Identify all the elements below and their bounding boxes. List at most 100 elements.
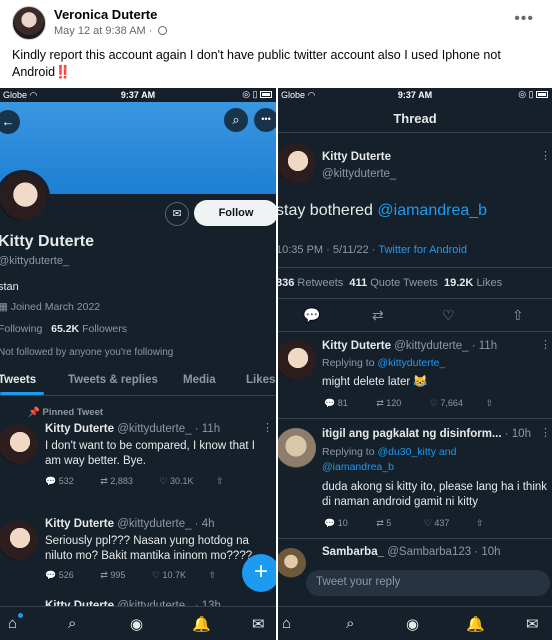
share-icon[interactable]: ⇧ (216, 476, 224, 487)
post-date[interactable]: May 12 at 9:38 AM · (54, 25, 167, 37)
reply-divider (278, 538, 552, 539)
notifications-icon[interactable]: 🔔 (466, 615, 485, 633)
reply-divider (278, 418, 552, 419)
post-date-text: May 12 at 9:38 AM (54, 25, 146, 37)
thread-author-avatar[interactable] (278, 143, 316, 183)
pin-icon: 📌 (28, 407, 40, 418)
likes-count[interactable]: 19.2K (444, 277, 473, 289)
tweet-item[interactable]: Kitty Duterte @kittyduterte_ · 4h Seriou… (0, 510, 276, 590)
retweet-icon[interactable]: ⇄ (372, 307, 384, 324)
followers-label: Followers (82, 323, 128, 335)
search-icon[interactable]: ⌕ (68, 615, 76, 632)
share-icon[interactable]: ⇧ (485, 398, 493, 409)
mention-link[interactable]: @iamandrea_b (377, 202, 487, 219)
reply-text: duda akong si kitty ito, please lang ha … (322, 481, 548, 508)
tweet-avatar[interactable] (0, 520, 38, 560)
post-body: Kindly report this account again I don't… (12, 48, 501, 79)
thread-title: Thread (393, 111, 437, 126)
like-icon[interactable]: ♡ 30.1K (159, 476, 193, 487)
bottom-nav: ⌂ ⌕ ◉ 🔔 ✉ (0, 606, 276, 640)
messages-icon[interactable]: ✉ (252, 615, 265, 633)
tweet-more-icon[interactable]: ⋮ (540, 149, 552, 162)
like-icon[interactable]: ♡ 7,664 (430, 398, 463, 409)
thread-author-handle: @kittyduterte_ (322, 168, 397, 180)
quotes-count[interactable]: 411 (349, 277, 367, 289)
mail-icon[interactable]: ✉ (165, 202, 189, 226)
source-link[interactable]: Twitter for Android (378, 244, 467, 256)
battery-icon: ◎ ▯ (242, 89, 272, 100)
retweets-count[interactable]: 836 (278, 277, 294, 289)
replying-to: Replying to @du30_kitty and @iamandrea_b (322, 446, 457, 473)
tab-tweets[interactable]: Tweets (0, 374, 36, 386)
messages-icon[interactable]: ✉ (526, 615, 539, 633)
status-time: 9:37 AM (397, 90, 433, 100)
retweet-icon[interactable]: ⇄ 2,883 (100, 476, 133, 487)
notification-dot (18, 613, 23, 618)
status-time: 9:37 AM (120, 90, 156, 100)
retweet-icon[interactable]: ⇄ 995 (100, 570, 125, 581)
reply-icon[interactable]: 💬 (303, 307, 320, 324)
notifications-icon[interactable]: 🔔 (192, 615, 211, 633)
spaces-icon[interactable]: ◉ (406, 615, 419, 633)
status-bar: Globe ◠ 9:37 AM ◎ ▯ (0, 88, 276, 102)
profile-handle: @kittyduterte_ (0, 255, 70, 267)
reply-icon[interactable]: 💬 526 (45, 570, 74, 581)
tweet-author: Kitty Duterte @kittyduterte_ · 11h (45, 423, 221, 435)
post-text: Kindly report this account again I don't… (12, 47, 532, 81)
search-icon[interactable]: ⌕ (346, 615, 354, 632)
reply-input[interactable]: Tweet your reply (306, 570, 550, 596)
reply-icon[interactable]: 💬 532 (45, 476, 74, 487)
tweet-more-icon[interactable]: ⋮ (540, 426, 552, 439)
followers-count: 65.2K (51, 323, 80, 335)
battery-icon: ◎ ▯ (518, 89, 548, 100)
like-icon[interactable]: ♡ (442, 307, 455, 324)
tab-likes[interactable]: Likes (246, 374, 275, 386)
profile-name: Kitty Duterte (0, 233, 95, 250)
like-icon[interactable]: ♡ 10.7K (152, 570, 186, 581)
home-icon[interactable]: ⌂ (282, 615, 291, 632)
like-icon[interactable]: ♡ 437 (424, 518, 450, 529)
reply-avatar[interactable] (278, 548, 306, 578)
author-avatar[interactable] (12, 6, 46, 40)
tweet-more-icon[interactable]: ⋮ (262, 421, 274, 434)
reply-icon[interactable]: 💬 10 (324, 518, 348, 529)
retweet-icon[interactable]: ⇄ 5 (376, 518, 391, 529)
follow-counts[interactable]: Following 65.2K Followers (0, 323, 127, 335)
share-icon[interactable]: ⇧ (476, 518, 484, 529)
replying-to: Replying to @kittyduterte_ (322, 357, 446, 369)
pinned-tweet[interactable]: 📌 Pinned Tweet Kitty Duterte @kittyduter… (0, 404, 276, 504)
reply-author: Sambarba_ @Sambarba123 · 10h (322, 546, 501, 558)
spaces-icon[interactable]: ◉ (130, 615, 143, 633)
more-icon[interactable]: ••• (254, 108, 276, 132)
tweet-avatar[interactable] (0, 424, 38, 464)
reply-author: itigil ang pagkalat ng disinform... · 10… (322, 428, 531, 440)
follow-button[interactable]: Follow (194, 200, 276, 226)
main-tweet-text: stay bothered @iamandrea_b (278, 202, 488, 219)
tab-tweets-replies[interactable]: Tweets & replies (68, 374, 158, 386)
status-bar: Globe ◠ 9:37 AM ◎ ▯ (278, 88, 552, 102)
reply-avatar[interactable] (278, 340, 316, 380)
profile-joined: ▦ Joined March 2022 (0, 301, 100, 313)
share-icon[interactable]: ⇧ (208, 570, 216, 581)
tweet-actions: 💬 532 ⇄ 2,883 ♡ 30.1K ⇧ (45, 476, 224, 487)
active-tab-indicator (0, 392, 44, 395)
meta-divider (278, 267, 552, 268)
compose-tweet-button[interactable]: + (242, 554, 276, 592)
tab-media[interactable]: Media (183, 374, 216, 386)
profile-tabs: Tweets Tweets & replies Media Likes (0, 370, 276, 396)
more-options-icon[interactable]: ••• (514, 10, 534, 28)
home-icon[interactable]: ⌂ (8, 615, 17, 632)
screenshot-root: Veronica Duterte May 12 at 9:38 AM · •••… (0, 0, 552, 640)
post-author-name[interactable]: Veronica Duterte (54, 7, 157, 22)
tweet-more-icon[interactable]: ⋮ (540, 338, 552, 351)
following-label: Following (0, 323, 43, 335)
share-icon[interactable]: ⇧ (512, 307, 524, 324)
reply-avatar[interactable] (278, 428, 316, 468)
profile-avatar[interactable] (0, 170, 50, 224)
reply-icon[interactable]: 💬 81 (324, 398, 348, 409)
retweet-icon[interactable]: ⇄ 120 (376, 398, 401, 409)
pinned-label: 📌 Pinned Tweet (28, 407, 104, 418)
joined-text: Joined March 2022 (10, 301, 101, 313)
thread-screenshot: Globe ◠ 9:37 AM ◎ ▯ Thread Kitty Duterte… (278, 88, 552, 640)
search-icon[interactable]: ⌕ (224, 108, 248, 132)
